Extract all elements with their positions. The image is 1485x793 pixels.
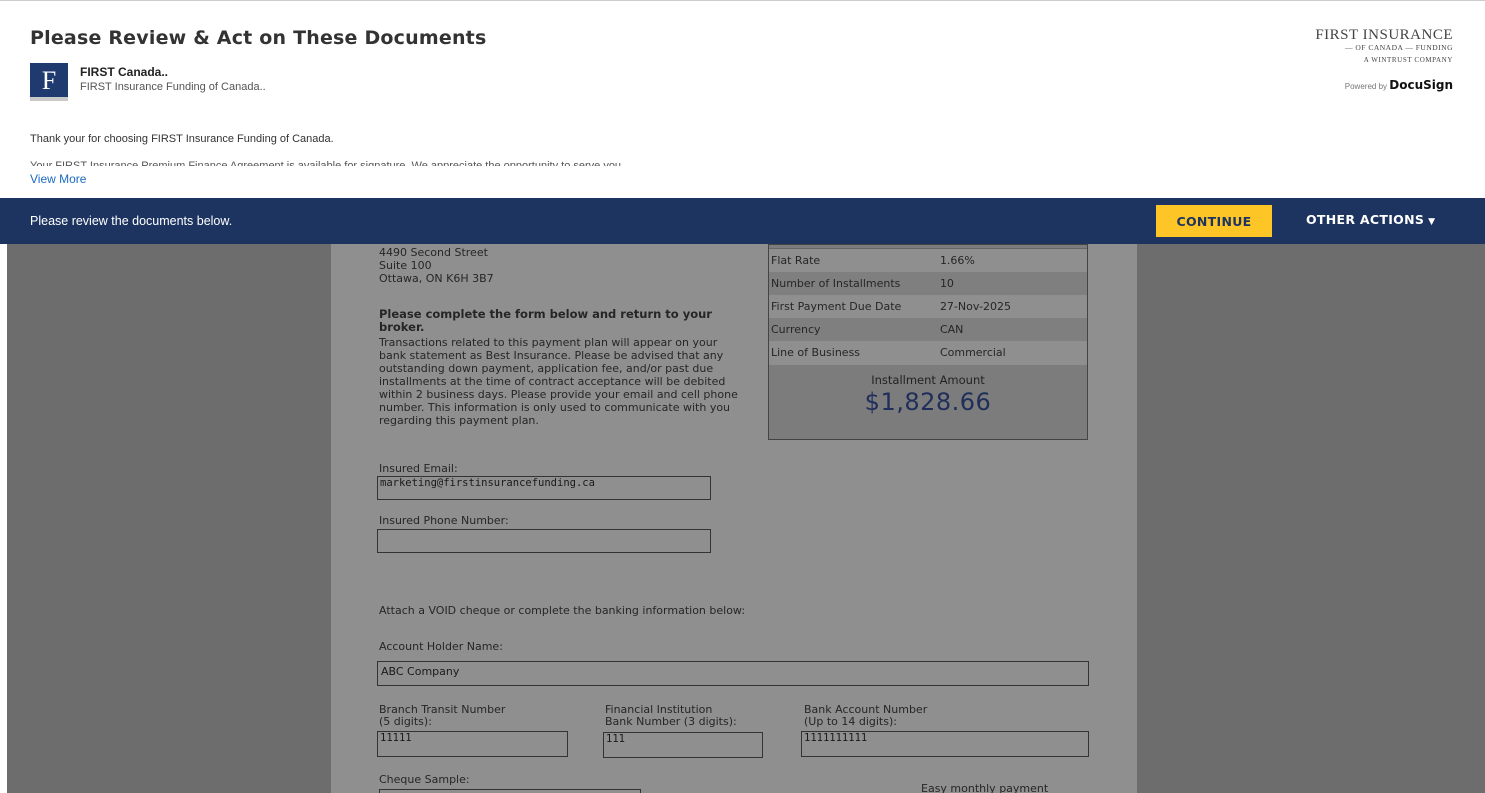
attach-cheque-instruction: Attach a VOID cheque or complete the ban… [379, 604, 746, 617]
summary-value: 10 [939, 277, 954, 290]
other-actions-button[interactable]: OTHER ACTIONS ▼ [1306, 212, 1435, 227]
institution-number-label: Financial Institution Bank Number (3 dig… [605, 703, 737, 728]
summary-value: 27-Nov-2025 [939, 300, 1012, 313]
continue-button[interactable]: CONTINUE [1156, 205, 1272, 237]
lender-address: 4490 Second Street Suite 100 Ottawa, ON … [379, 246, 494, 285]
payment-summary-table: Flat Rate 1.66% Number of Installments 1… [768, 244, 1088, 440]
summary-value: Commercial [939, 346, 1006, 359]
view-more-link[interactable]: View More [30, 172, 86, 186]
cheque-sample-label: Cheque Sample: [379, 773, 470, 786]
summary-key: Currency [771, 323, 821, 336]
summary-row: Flat Rate 1.66% [769, 249, 1087, 272]
insured-phone-field[interactable] [377, 529, 711, 553]
brand-line-2: — OF CANADA — FUNDING [1344, 43, 1453, 52]
account-holder-label: Account Holder Name: [379, 640, 503, 653]
summary-row: Number of Installments 10 [769, 272, 1087, 295]
easy-monthly-payment-text: Easy monthly payment [921, 782, 1049, 793]
summary-key: Flat Rate [771, 254, 821, 267]
document-page: 4490 Second Street Suite 100 Ottawa, ON … [331, 244, 1137, 793]
insured-email-field[interactable]: marketing@firstinsurancefunding.ca [377, 476, 711, 500]
address-line-2: Suite 100 [379, 259, 432, 272]
summary-value: 1.66% [939, 254, 975, 267]
insured-phone-label: Insured Phone Number: [379, 514, 509, 527]
address-line-1: 4490 Second Street [379, 246, 488, 259]
sender-name: FIRST Canada.. [80, 65, 169, 79]
email-message: Thank your for choosing FIRST Insurance … [30, 133, 334, 145]
summary-key: Number of Installments [771, 277, 901, 290]
docusign-logo: DocuSign [1389, 78, 1453, 92]
page-title: Please Review & Act on These Documents [30, 27, 487, 49]
other-actions-label: OTHER ACTIONS [1306, 212, 1425, 227]
summary-row: Line of Business Commercial [769, 341, 1087, 364]
insured-email-label: Insured Email: [379, 462, 458, 475]
account-holder-field[interactable]: ABC Company [377, 661, 1089, 686]
email-message-truncated: Your FIRST Insurance Premium Finance Agr… [30, 160, 625, 166]
action-bar-message: Please review the documents below. [30, 214, 233, 228]
summary-row: First Payment Due Date 27-Nov-2025 [769, 295, 1087, 318]
header: Please Review & Act on These Documents F… [0, 0, 1485, 199]
caret-down-icon: ▼ [1428, 217, 1436, 227]
address-line-3: Ottawa, ON K6H 3B7 [379, 272, 494, 285]
summary-key: First Payment Due Date [771, 300, 902, 313]
branch-transit-label: Branch Transit Number (5 digits): [379, 703, 506, 728]
document-viewer[interactable]: 4490 Second Street Suite 100 Ottawa, ON … [7, 244, 1485, 793]
branch-transit-field[interactable]: 11111 [377, 731, 568, 757]
summary-row: Currency CAN [769, 318, 1087, 341]
powered-by-text: Powered by [1344, 82, 1388, 91]
instructions-body: Transactions related to this payment pla… [379, 336, 738, 427]
action-bar: Please review the documents below. CONTI… [0, 198, 1485, 244]
cheque-sample-image [379, 789, 641, 793]
bank-account-label: Bank Account Number (Up to 14 digits): [804, 703, 928, 728]
installment-amount-value: $1,828.66 [864, 388, 992, 416]
instructions-title: Please complete the form below and retur… [379, 307, 712, 334]
sender-logo: F [30, 63, 68, 101]
installment-amount-label: Installment Amount [871, 373, 985, 387]
brand-logo: FIRST INSURANCE — OF CANADA — FUNDING A … [1293, 27, 1453, 92]
sender-company: FIRST Insurance Funding of Canada.. [80, 81, 266, 93]
bank-account-field[interactable]: 1111111111 [801, 731, 1089, 757]
brand-line-1: FIRST INSURANCE [1315, 27, 1453, 43]
summary-key: Line of Business [771, 346, 861, 359]
installment-amount-box: Installment Amount $1,828.66 [769, 365, 1087, 439]
brand-line-3: A WINTRUST COMPANY [1363, 56, 1453, 64]
institution-number-field[interactable]: 111 [603, 732, 763, 758]
powered-by: Powered by DocuSign [1293, 78, 1453, 92]
summary-value: CAN [939, 323, 964, 336]
